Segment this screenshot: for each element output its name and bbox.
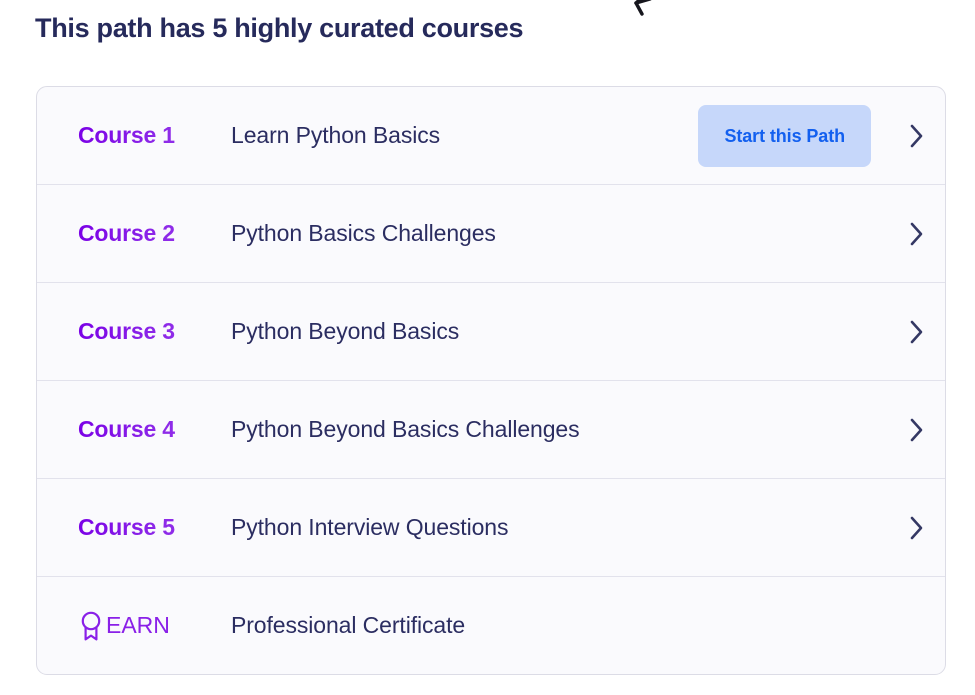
page-title: This path has 5 highly curated courses: [35, 13, 524, 43]
course-row-label: Course 3: [78, 318, 231, 345]
course-row-chevron[interactable]: [893, 221, 941, 247]
chevron-right-icon: [910, 124, 923, 147]
earn-row-title: Professional Certificate: [231, 612, 466, 638]
course-row-title: Python Beyond Basics: [231, 318, 460, 344]
course-row-chevron[interactable]: [893, 319, 941, 345]
earn-label-group: EARN: [78, 610, 231, 642]
chevron-right-icon: [910, 320, 923, 343]
award-medal-icon: [81, 611, 101, 640]
chevron-right-icon: [910, 418, 923, 441]
course-row-label: Course 1: [78, 122, 231, 149]
course-row[interactable]: Course 1 Learn Python Basics Start this …: [37, 87, 945, 185]
course-row-label: Course 2: [78, 220, 231, 247]
course-row[interactable]: Course 2 Python Basics Challenges: [37, 185, 945, 283]
course-row-label: Course 4: [78, 416, 231, 443]
course-row-title: Learn Python Basics: [231, 122, 441, 148]
course-row-chevron[interactable]: [893, 515, 941, 541]
earn-label: EARN: [106, 612, 170, 638]
course-row-chevron[interactable]: [893, 123, 941, 149]
course-row-title: Python Interview Questions: [231, 514, 509, 540]
course-row[interactable]: Course 4 Python Beyond Basics Challenges: [37, 381, 945, 479]
course-row[interactable]: Course 3 Python Beyond Basics: [37, 283, 945, 381]
start-this-path-button[interactable]: Start this Path: [698, 104, 871, 167]
chevron-right-icon: [910, 222, 923, 245]
course-row-title: Python Basics Challenges: [231, 220, 496, 246]
course-row[interactable]: Course 5 Python Interview Questions: [37, 479, 945, 577]
earn-certificate-row[interactable]: EARN Professional Certificate: [37, 577, 945, 674]
course-row-label: Course 5: [78, 514, 231, 541]
chevron-right-icon: [910, 516, 923, 539]
course-row-title: Python Beyond Basics Challenges: [231, 416, 580, 442]
course-row-chevron[interactable]: [893, 417, 941, 443]
course-list-card: Course 1 Learn Python Basics Start this …: [36, 86, 946, 675]
curved-arrow-icon: [634, 0, 652, 16]
